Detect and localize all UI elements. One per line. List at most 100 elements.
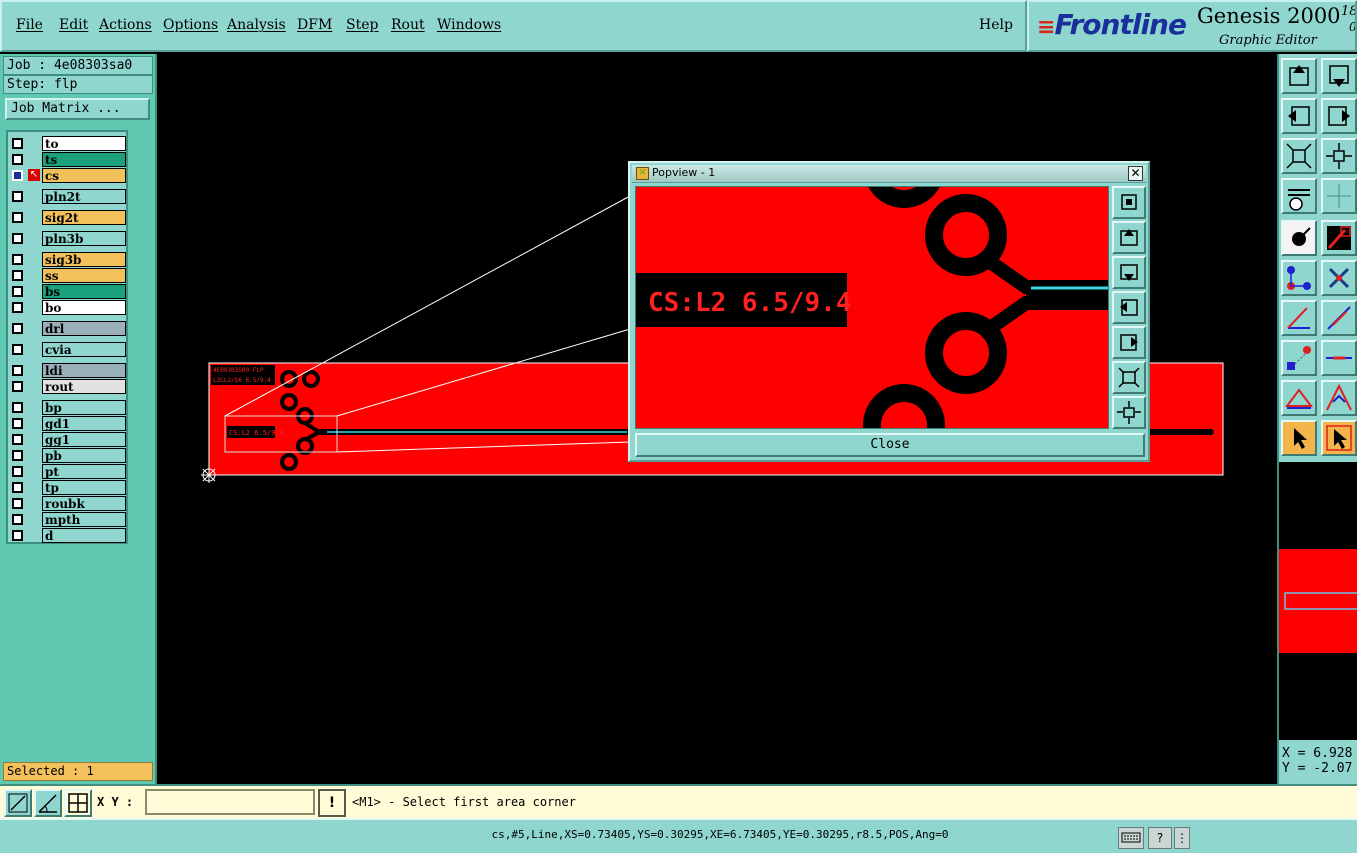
menu-help[interactable]: Help: [979, 17, 1013, 33]
layer-name[interactable]: ldi: [42, 363, 126, 378]
layer-name[interactable]: roubk: [42, 496, 126, 511]
layer-checkbox[interactable]: [12, 450, 23, 461]
popview-pan-down-button[interactable]: [1112, 256, 1146, 289]
layer-name[interactable]: drl: [42, 321, 126, 336]
layer-row[interactable]: pln2t: [10, 189, 126, 204]
menu-actions[interactable]: Actions: [99, 17, 152, 33]
layer-row[interactable]: gd1: [10, 416, 126, 431]
layer-row[interactable]: bo: [10, 300, 126, 315]
layer-checkbox[interactable]: [12, 344, 23, 355]
layer-checkbox[interactable]: [12, 286, 23, 297]
zoom-out-button[interactable]: [1321, 138, 1357, 174]
layer-name[interactable]: cs: [42, 168, 126, 183]
layer-row[interactable]: drl: [10, 321, 126, 336]
grid-toggle-button[interactable]: [1321, 178, 1357, 214]
layer-row[interactable]: sig2t: [10, 210, 126, 225]
layer-checkbox[interactable]: [12, 270, 23, 281]
layer-name[interactable]: tp: [42, 480, 126, 495]
layer-row[interactable]: ts: [10, 152, 126, 167]
zoom-in-button[interactable]: [1281, 138, 1317, 174]
layer-checkbox[interactable]: [12, 365, 23, 376]
layer-checkbox[interactable]: [12, 138, 23, 149]
layer-checkbox[interactable]: [12, 434, 23, 445]
layer-checkbox[interactable]: [12, 302, 23, 313]
popview-pan-right-button[interactable]: [1112, 326, 1146, 359]
menu-options[interactable]: Options: [163, 17, 218, 33]
snap-edge-button[interactable]: [1321, 220, 1357, 256]
snap-grid-button[interactable]: [64, 789, 92, 817]
layer-name[interactable]: to: [42, 136, 126, 151]
layer-row[interactable]: ldi: [10, 363, 126, 378]
layer-row[interactable]: tp: [10, 480, 126, 495]
measure-angle-button[interactable]: [1281, 300, 1317, 336]
layer-name[interactable]: ss: [42, 268, 126, 283]
layer-checkbox[interactable]: [12, 233, 23, 244]
popview-zoom-fit-button[interactable]: [1112, 186, 1146, 219]
snap-off-button[interactable]: [4, 789, 32, 817]
measure-pad-button[interactable]: [1281, 340, 1317, 376]
layer-name[interactable]: pln2t: [42, 189, 126, 204]
popview-viewport[interactable]: CS:L2 6.5/9.4: [635, 186, 1109, 429]
layer-row[interactable]: rout: [10, 379, 126, 394]
xy-input[interactable]: [145, 789, 315, 815]
menu-windows[interactable]: Windows: [437, 17, 501, 33]
measure-line-button[interactable]: [1321, 300, 1357, 336]
layer-row[interactable]: sig3b: [10, 252, 126, 267]
layer-row[interactable]: pb: [10, 448, 126, 463]
layer-checkbox[interactable]: [12, 530, 23, 541]
layer-checkbox[interactable]: [12, 482, 23, 493]
layer-row[interactable]: gg1: [10, 432, 126, 447]
popview-pan-left-button[interactable]: [1112, 291, 1146, 324]
layer-checkbox[interactable]: [12, 514, 23, 525]
snap-mode-button[interactable]: [1281, 220, 1317, 256]
measure-peak-button[interactable]: [1321, 380, 1357, 416]
layer-row[interactable]: ↖ cs: [10, 168, 126, 183]
xy-execute-button[interactable]: !: [318, 789, 346, 817]
layer-checkbox[interactable]: [12, 402, 23, 413]
menu-dfm[interactable]: DFM: [297, 17, 332, 33]
layer-row[interactable]: roubk: [10, 496, 126, 511]
layer-name[interactable]: bp: [42, 400, 126, 415]
layer-name[interactable]: cvia: [42, 342, 126, 357]
layer-name[interactable]: pln3b: [42, 231, 126, 246]
layer-checkbox[interactable]: [12, 381, 23, 392]
popview-close-x-button[interactable]: ✕: [1128, 166, 1143, 181]
popview-zoom-in-button[interactable]: [1112, 361, 1146, 394]
popview-titlebar[interactable]: ✕ Popview - 1 ✕: [632, 165, 1146, 183]
layer-name[interactable]: rout: [42, 379, 126, 394]
overview-panel[interactable]: [1277, 462, 1357, 740]
layer-checkbox[interactable]: [12, 154, 23, 165]
job-matrix-button[interactable]: Job Matrix ...: [5, 98, 150, 120]
select-net-button[interactable]: [1281, 260, 1317, 296]
popview-close-button[interactable]: Close: [635, 433, 1145, 457]
menu-rout[interactable]: Rout: [391, 17, 425, 33]
layer-name[interactable]: mpth: [42, 512, 126, 527]
popview-zoom-out-button[interactable]: [1112, 396, 1146, 429]
menu-analysis[interactable]: Analysis: [227, 17, 286, 33]
menu-edit[interactable]: Edit: [59, 17, 88, 33]
popview-pan-up-button[interactable]: [1112, 221, 1146, 254]
measure-triangle-button[interactable]: [1281, 380, 1317, 416]
layer-checkbox[interactable]: [12, 170, 23, 181]
display-settings-button[interactable]: [1281, 178, 1317, 214]
layer-name[interactable]: ts: [42, 152, 126, 167]
layer-row[interactable]: ss: [10, 268, 126, 283]
layer-name[interactable]: sig3b: [42, 252, 126, 267]
layer-checkbox[interactable]: [12, 498, 23, 509]
layer-name[interactable]: pt: [42, 464, 126, 479]
layer-name[interactable]: bo: [42, 300, 126, 315]
layer-name[interactable]: gg1: [42, 432, 126, 447]
keyboard-icon[interactable]: [1118, 827, 1144, 849]
popview-window[interactable]: ✕ Popview - 1 ✕ CS:L2 6.5/9.4 Close: [628, 161, 1150, 462]
layer-row[interactable]: d: [10, 528, 126, 543]
layer-name[interactable]: sig2t: [42, 210, 126, 225]
layer-checkbox[interactable]: [12, 466, 23, 477]
snap-angle-button[interactable]: [34, 789, 62, 817]
measure-horizontal-button[interactable]: [1321, 340, 1357, 376]
layer-name[interactable]: bs: [42, 284, 126, 299]
layer-row[interactable]: bs: [10, 284, 126, 299]
cross-select-button[interactable]: [1321, 260, 1357, 296]
layer-checkbox[interactable]: [12, 323, 23, 334]
layer-row[interactable]: cvia: [10, 342, 126, 357]
pan-right-button[interactable]: [1321, 98, 1357, 134]
